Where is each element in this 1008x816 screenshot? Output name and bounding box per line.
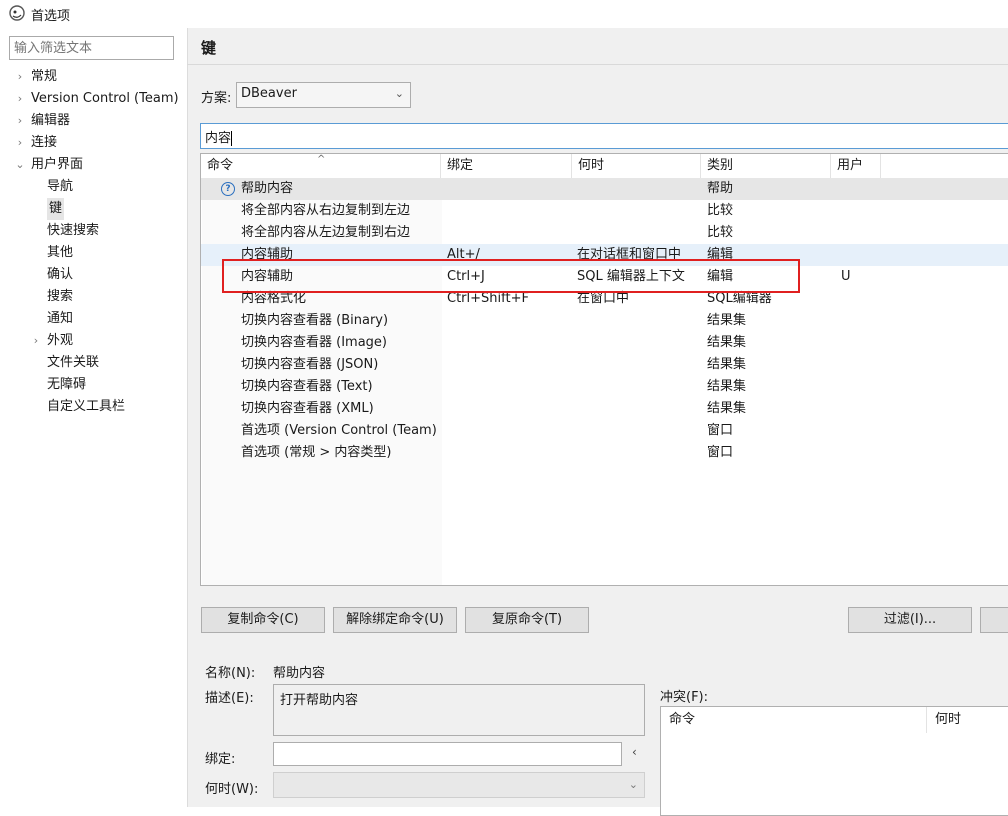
cell-command: 切换内容查看器 (JSON) [241, 357, 379, 372]
table-row[interactable]: ? 帮助内容 帮助 [201, 178, 1008, 200]
description-label: 描述(E): [205, 691, 254, 706]
cell-category: 结果集 [707, 335, 747, 350]
conflict-header-command[interactable]: 命令 [661, 707, 927, 733]
when-select[interactable]: ⌄ [273, 772, 645, 798]
tree-item-label: 常规 [31, 69, 58, 84]
chevron-right-icon[interactable]: › [30, 330, 42, 352]
keys-table[interactable]: 命令 ^ 绑定 何时 类别 用户 ? 帮助内容 帮助 将全部内容从右边复制到左边 比较将… [200, 153, 1008, 586]
table-row[interactable]: 切换内容查看器 (XML) 结果集 [201, 398, 1008, 420]
cell-category: 结果集 [707, 313, 747, 328]
help-icon: ? [221, 182, 235, 196]
tree-item-label: 快速搜索 [47, 223, 100, 238]
conflict-header-when[interactable]: 何时 [927, 707, 1008, 733]
restore-command-button[interactable]: 复原命令(T) [465, 607, 589, 633]
tree-item-label: 编辑器 [31, 113, 71, 128]
page-title: 键 [201, 39, 217, 57]
cell-command: 将全部内容从左边复制到右边 [241, 225, 411, 240]
title-bar: 首选项 [0, 0, 1008, 28]
unbind-command-button[interactable]: 解除绑定命令(U) [333, 607, 457, 633]
cell-category: 窗口 [707, 445, 734, 460]
app-icon [9, 5, 25, 21]
cell-command: 将全部内容从右边复制到左边 [241, 203, 411, 218]
cell-command: 切换内容查看器 (Image) [241, 335, 387, 350]
cell-command: 帮助内容 [241, 181, 294, 196]
tree-item-label: 确认 [47, 267, 74, 282]
more-button[interactable] [980, 607, 1008, 633]
table-row[interactable]: 首选项 (常规 > 内容类型) 窗口 [201, 442, 1008, 464]
cell-category: 帮助 [707, 181, 734, 196]
chevron-down-icon: ⌄ [628, 778, 638, 791]
when-label: 何时(W): [205, 782, 259, 797]
tree-item-label: 外观 [47, 333, 74, 348]
table-row[interactable]: 将全部内容从右边复制到左边 比较 [201, 200, 1008, 222]
tree-item-label: 自定义工具栏 [47, 399, 126, 414]
cell-category: 比较 [707, 225, 734, 240]
cell-command: 首选项 (常规 > 内容类型) [241, 445, 392, 460]
table-row[interactable]: 首选项 (Version Control (Team) > 窗口 [201, 420, 1008, 442]
cell-command: 切换内容查看器 (XML) [241, 401, 374, 416]
title-divider [187, 64, 1008, 65]
window-title: 首选项 [31, 9, 71, 24]
scheme-value: DBeaver [241, 86, 297, 101]
cell-category: 结果集 [707, 401, 747, 416]
tree-item-label: 搜索 [47, 289, 74, 304]
cell-category: 窗口 [707, 423, 734, 438]
filter-input[interactable] [9, 36, 174, 60]
cell-user: U [841, 269, 851, 284]
chevron-right-icon[interactable]: › [14, 88, 26, 110]
chevron-down-icon: ⌄ [394, 87, 404, 100]
binding-label: 绑定: [205, 752, 236, 767]
highlight-annotation-box [222, 259, 800, 293]
chevron-down-icon[interactable]: ⌄ [14, 154, 26, 176]
column-header-binding[interactable]: 绑定 [441, 154, 572, 178]
binding-input[interactable] [273, 742, 622, 766]
description-value: 打开帮助内容 [280, 693, 359, 708]
table-row[interactable]: 切换内容查看器 (Text) 结果集 [201, 376, 1008, 398]
cell-category: 比较 [707, 203, 734, 218]
name-value: 帮助内容 [273, 666, 326, 681]
table-row[interactable]: 切换内容查看器 (JSON) 结果集 [201, 354, 1008, 376]
tree-item-label: 键 [47, 198, 65, 220]
column-header-filler [881, 154, 1008, 178]
chevron-right-icon[interactable]: › [14, 110, 26, 132]
cell-category: 结果集 [707, 357, 747, 372]
cell-command: 切换内容查看器 (Binary) [241, 313, 389, 328]
description-field[interactable]: 打开帮助内容 [273, 684, 645, 736]
tree-item-label: 导航 [47, 179, 74, 194]
column-header-command[interactable]: 命令 ^ [201, 154, 441, 178]
cell-command: 首选项 (Version Control (Team) > [241, 423, 441, 438]
chevron-left-icon[interactable]: ‹ [632, 745, 637, 759]
search-value: 内容 [205, 131, 232, 146]
scheme-label: 方案: [201, 91, 232, 106]
table-row[interactable]: 切换内容查看器 (Image) 结果集 [201, 332, 1008, 354]
tree-item-label: 文件关联 [47, 355, 100, 370]
table-row[interactable]: 将全部内容从左边复制到右边 比较 [201, 222, 1008, 244]
table-row[interactable]: 切换内容查看器 (Binary) 结果集 [201, 310, 1008, 332]
chevron-right-icon[interactable]: › [14, 66, 26, 88]
tree-item-label: 无障碍 [47, 377, 87, 392]
conflicts-label: 冲突(F): [660, 690, 709, 705]
column-header-user[interactable]: 用户 [831, 154, 881, 178]
name-label: 名称(N): [205, 666, 256, 681]
column-header-command-label: 命令 [207, 158, 234, 173]
copy-command-button[interactable]: 复制命令(C) [201, 607, 325, 633]
chevron-right-icon[interactable]: › [14, 132, 26, 154]
filter-button[interactable]: 过滤(I)... [848, 607, 972, 633]
column-header-when[interactable]: 何时 [572, 154, 701, 178]
text-cursor [231, 131, 233, 146]
tree-item-label: 通知 [47, 311, 74, 326]
tree-item-label: 连接 [31, 135, 58, 150]
command-search-input[interactable]: 内容 [200, 123, 1008, 149]
tree-item-label: 其他 [47, 245, 74, 260]
column-header-category[interactable]: 类别 [701, 154, 831, 178]
tree-item-label: Version Control (Team) [31, 91, 179, 106]
tree-item-label: 用户界面 [31, 157, 84, 172]
scheme-select[interactable]: DBeaver ⌄ [236, 82, 411, 108]
cell-command: 切换内容查看器 (Text) [241, 379, 373, 394]
cell-category: 结果集 [707, 379, 747, 394]
sort-ascending-icon: ^ [317, 154, 326, 165]
conflicts-table[interactable]: 命令 何时 [660, 706, 1008, 816]
